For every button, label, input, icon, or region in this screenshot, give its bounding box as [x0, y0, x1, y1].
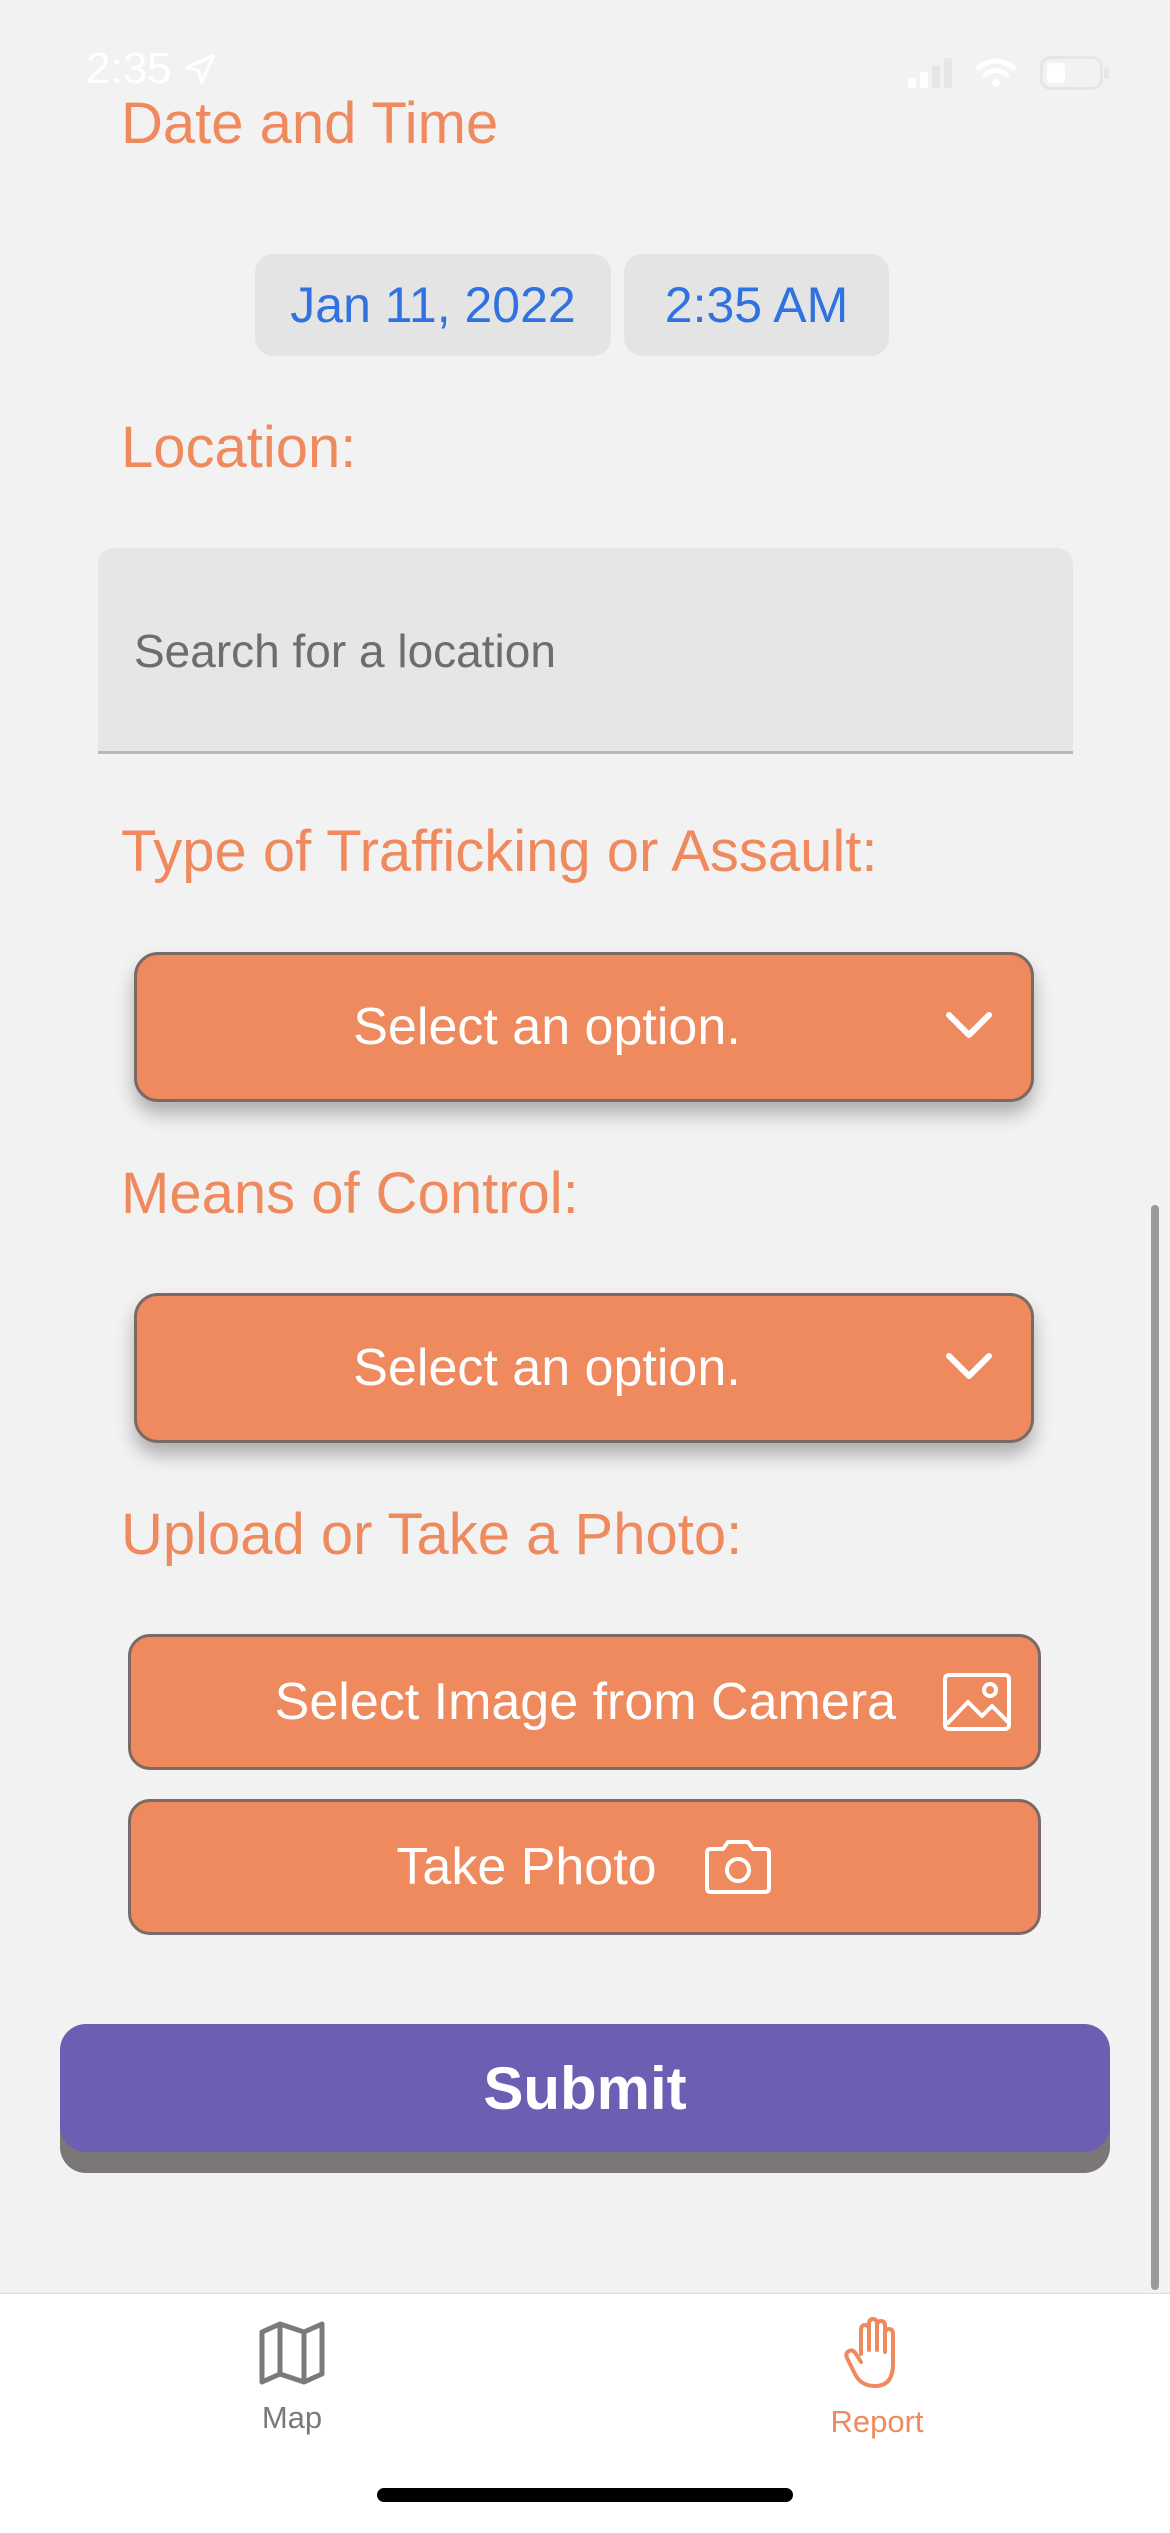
- photo-label: Upload or Take a Photo:: [121, 1502, 743, 1567]
- wifi-icon: [976, 58, 1016, 87]
- location-placeholder: Search for a location: [134, 625, 556, 677]
- select-image-label: Select Image from Camera: [274, 1673, 896, 1731]
- select-image-button[interactable]: Select Image from Camera: [128, 1634, 1041, 1770]
- status-time-text: 2:35: [86, 44, 172, 93]
- date-time-label: Date and Time: [121, 91, 499, 156]
- status-bar-indicators: [908, 56, 1110, 90]
- cellular-signal-icon: [908, 58, 952, 88]
- tab-report-label: Report: [830, 2404, 924, 2439]
- trafficking-type-dropdown[interactable]: Select an option.: [134, 952, 1034, 1102]
- hand-icon: [844, 2317, 895, 2388]
- trafficking-type-selected: Select an option.: [353, 998, 741, 1056]
- status-bar-time: 2:35: [86, 44, 218, 94]
- trafficking-type-label: Type of Trafficking or Assault:: [121, 819, 878, 884]
- means-of-control-dropdown[interactable]: Select an option.: [134, 1293, 1034, 1443]
- location-label: Location:: [121, 415, 357, 480]
- tab-map-label: Map: [261, 2400, 323, 2435]
- submit-button[interactable]: Submit: [60, 2024, 1110, 2152]
- location-search-input[interactable]: Search for a location: [98, 548, 1073, 754]
- tab-report[interactable]: Report: [767, 2316, 987, 2440]
- camera-icon: [704, 1840, 771, 1894]
- location-arrow-icon: [184, 54, 215, 84]
- chevron-down-icon: [946, 1012, 992, 1038]
- chevron-down-icon: [946, 1353, 992, 1379]
- take-photo-button[interactable]: Take Photo: [128, 1799, 1041, 1935]
- image-icon: [943, 1673, 1011, 1731]
- take-photo-label: Take Photo: [396, 1838, 657, 1896]
- tab-map[interactable]: Map: [182, 2316, 402, 2436]
- map-icon: [259, 2321, 325, 2385]
- scrollbar[interactable]: [1151, 1205, 1159, 2290]
- means-of-control-selected: Select an option.: [353, 1339, 741, 1397]
- battery-icon: [1040, 56, 1109, 90]
- means-of-control-label: Means of Control:: [121, 1161, 579, 1226]
- date-picker-button[interactable]: Jan 11, 2022: [255, 254, 611, 356]
- home-indicator[interactable]: [377, 2488, 793, 2502]
- time-picker-button[interactable]: 2:35 AM: [624, 254, 889, 356]
